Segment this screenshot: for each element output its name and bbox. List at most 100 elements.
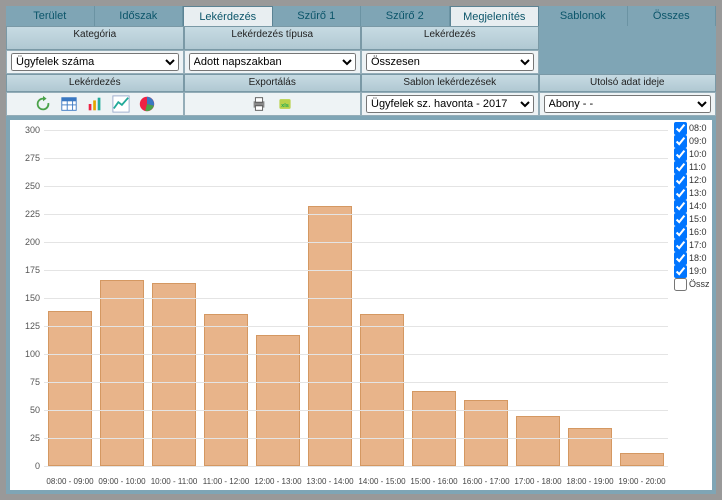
gridline bbox=[44, 298, 668, 299]
refresh-icon[interactable] bbox=[34, 95, 52, 113]
legend-label: 16:0 bbox=[689, 226, 707, 239]
table-icon[interactable] bbox=[60, 95, 78, 113]
bar[interactable] bbox=[48, 311, 92, 466]
tab-bar: TerületIdőszakLekérdezésSzűrő 1Szűrő 2Me… bbox=[6, 6, 716, 26]
y-tick-label: 125 bbox=[14, 321, 40, 331]
y-tick-label: 25 bbox=[14, 433, 40, 443]
cell-exporticons: xls bbox=[184, 92, 362, 116]
gridline bbox=[44, 354, 668, 355]
gridline bbox=[44, 438, 668, 439]
x-tick-label: 17:00 - 18:00 bbox=[512, 477, 564, 486]
legend-checkbox[interactable] bbox=[674, 278, 687, 291]
svg-text:xls: xls bbox=[281, 103, 289, 109]
header-query: Lekérdezés bbox=[361, 26, 539, 50]
cell-runicons bbox=[6, 92, 184, 116]
tab-terület[interactable]: Terület bbox=[6, 6, 95, 26]
legend-label: 13:0 bbox=[689, 187, 707, 200]
y-tick-label: 50 bbox=[14, 405, 40, 415]
x-tick-label: 16:00 - 17:00 bbox=[460, 477, 512, 486]
tab-szűrő 1[interactable]: Szűrő 1 bbox=[273, 6, 362, 26]
x-tick-label: 13:00 - 14:00 bbox=[304, 477, 356, 486]
template-select[interactable]: Ügyfelek sz. havonta - 2017 bbox=[366, 95, 534, 113]
excel-icon[interactable]: xls bbox=[276, 95, 294, 113]
tab-összes[interactable]: Összes bbox=[628, 6, 717, 26]
legend-checkbox[interactable] bbox=[674, 252, 687, 265]
gridline bbox=[44, 214, 668, 215]
gridline bbox=[44, 466, 668, 467]
tab-megjelenítés[interactable]: Megjelenítés bbox=[450, 6, 540, 26]
legend-panel: 08:009:010:011:012:013:014:015:016:017:0… bbox=[672, 120, 712, 490]
header-template: Sablon lekérdezések bbox=[361, 74, 539, 92]
legend-label: 17:0 bbox=[689, 239, 707, 252]
gridline bbox=[44, 270, 668, 271]
gridline bbox=[44, 130, 668, 131]
tab-szűrő 2[interactable]: Szűrő 2 bbox=[361, 6, 450, 26]
legend-label: 19:0 bbox=[689, 265, 707, 278]
legend-checkbox[interactable] bbox=[674, 226, 687, 239]
y-tick-label: 250 bbox=[14, 181, 40, 191]
legend-checkbox[interactable] bbox=[674, 213, 687, 226]
legend-label: 18:0 bbox=[689, 252, 707, 265]
querytype-select[interactable]: Adott napszakban bbox=[189, 53, 357, 71]
legend-checkbox[interactable] bbox=[674, 135, 687, 148]
y-tick-label: 75 bbox=[14, 377, 40, 387]
cell-category: Ügyfelek száma bbox=[6, 50, 184, 74]
bar[interactable] bbox=[360, 314, 404, 466]
legend-row: 12:0 bbox=[674, 174, 712, 187]
tab-lekérdezés[interactable]: Lekérdezés bbox=[183, 6, 273, 26]
bar[interactable] bbox=[204, 314, 248, 466]
plot-area: 0255075100125150175200225250275300 bbox=[44, 130, 668, 466]
bar[interactable] bbox=[412, 391, 456, 466]
lastdata-select[interactable]: Abony - - bbox=[544, 95, 712, 113]
blank-cell bbox=[539, 50, 717, 74]
legend-checkbox[interactable] bbox=[674, 161, 687, 174]
legend-checkbox[interactable] bbox=[674, 174, 687, 187]
legend-row: 10:0 bbox=[674, 148, 712, 161]
legend-label: 10:0 bbox=[689, 148, 707, 161]
gridline bbox=[44, 242, 668, 243]
category-select[interactable]: Ügyfelek száma bbox=[11, 53, 179, 71]
bar[interactable] bbox=[620, 453, 664, 466]
legend-row: Össz bbox=[674, 278, 712, 291]
legend-checkbox[interactable] bbox=[674, 187, 687, 200]
tab-sablonok[interactable]: Sablonok bbox=[539, 6, 628, 26]
legend-label: Össz bbox=[689, 278, 710, 291]
legend-row: 08:0 bbox=[674, 122, 712, 135]
bar[interactable] bbox=[568, 428, 612, 466]
line-chart-icon[interactable] bbox=[112, 95, 130, 113]
tab-időszak[interactable]: Időszak bbox=[95, 6, 184, 26]
legend-row: 09:0 bbox=[674, 135, 712, 148]
legend-row: 16:0 bbox=[674, 226, 712, 239]
gridline bbox=[44, 410, 668, 411]
cell-querytype: Adott napszakban bbox=[184, 50, 362, 74]
gridline bbox=[44, 186, 668, 187]
y-tick-label: 100 bbox=[14, 349, 40, 359]
bar[interactable] bbox=[308, 206, 352, 466]
bar-chart-icon[interactable] bbox=[86, 95, 104, 113]
legend-checkbox[interactable] bbox=[674, 265, 687, 278]
legend-checkbox[interactable] bbox=[674, 148, 687, 161]
header-querytype: Lekérdezés típusa bbox=[184, 26, 362, 50]
cell-query: Összesen bbox=[361, 50, 539, 74]
gridline bbox=[44, 326, 668, 327]
bar[interactable] bbox=[516, 416, 560, 466]
legend-checkbox[interactable] bbox=[674, 239, 687, 252]
chart-wrapper: 0255075100125150175200225250275300 08:00… bbox=[6, 116, 716, 494]
legend-row: 19:0 bbox=[674, 265, 712, 278]
y-tick-label: 225 bbox=[14, 209, 40, 219]
header-run: Lekérdezés bbox=[6, 74, 184, 92]
y-tick-label: 150 bbox=[14, 293, 40, 303]
print-icon[interactable] bbox=[250, 95, 268, 113]
pie-chart-icon[interactable] bbox=[138, 95, 156, 113]
x-tick-label: 19:00 - 20:00 bbox=[616, 477, 668, 486]
legend-checkbox[interactable] bbox=[674, 122, 687, 135]
x-tick-label: 09:00 - 10:00 bbox=[96, 477, 148, 486]
x-tick-label: 11:00 - 12:00 bbox=[200, 477, 252, 486]
legend-label: 12:0 bbox=[689, 174, 707, 187]
gridline bbox=[44, 158, 668, 159]
query-select[interactable]: Összesen bbox=[366, 53, 534, 71]
header-lastdata: Utolsó adat ideje bbox=[539, 74, 717, 92]
legend-checkbox[interactable] bbox=[674, 200, 687, 213]
legend-label: 11:0 bbox=[689, 161, 706, 174]
cell-lastdata: Abony - - bbox=[539, 92, 717, 116]
